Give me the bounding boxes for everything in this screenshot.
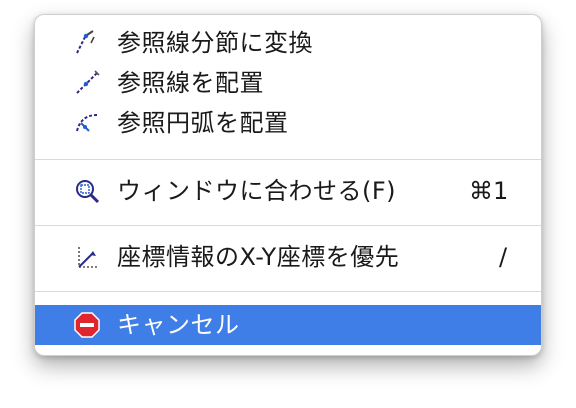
- xy-coordinates-icon: [73, 243, 101, 271]
- menu-separator: [35, 291, 541, 292]
- shortcut-label: ⌘1: [469, 177, 509, 205]
- menu-item-convert-reference-line[interactable]: 参照線分節に変換: [35, 23, 541, 63]
- menu-item-label: 参照線分節に変換: [117, 29, 313, 57]
- menu-separator: [35, 159, 541, 160]
- menu-item-label: 参照線を配置: [117, 69, 264, 97]
- convert-reference-line-icon: [73, 29, 101, 57]
- menu-item-label: キャンセル: [117, 311, 240, 339]
- place-reference-line-icon: [73, 69, 101, 97]
- menu-item-prefer-xy-coordinates[interactable]: 座標情報のX-Y座標を優先 /: [35, 237, 541, 277]
- menu-item-zoom-to-window[interactable]: ウィンドウに合わせる(F) ⌘1: [35, 171, 541, 211]
- shortcut-label: /: [499, 243, 508, 271]
- menu-item-label: ウィンドウに合わせる(F): [117, 177, 397, 205]
- menu-item-cancel[interactable]: キャンセル: [35, 305, 541, 345]
- context-menu: 参照線分節に変換 参照線を配置 参照円弧を配置 ウィンドウに合わせる(F) ⌘1…: [34, 14, 542, 356]
- menu-item-label: 参照円弧を配置: [117, 109, 289, 137]
- menu-item-label: 座標情報のX-Y座標を優先: [117, 243, 400, 271]
- cancel-icon: [73, 311, 101, 339]
- place-reference-arc-icon: [73, 109, 101, 137]
- zoom-fit-icon: [73, 177, 101, 205]
- menu-item-place-reference-line[interactable]: 参照線を配置: [35, 63, 541, 103]
- menu-item-place-reference-arc[interactable]: 参照円弧を配置: [35, 103, 541, 143]
- menu-separator: [35, 225, 541, 226]
